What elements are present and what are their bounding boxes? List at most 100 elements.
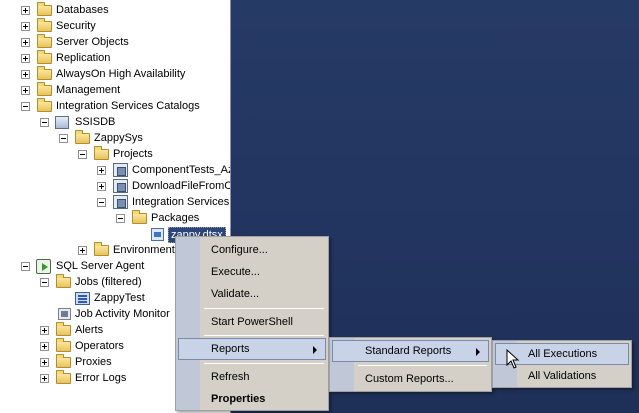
tree-node-label: Error Logs bbox=[75, 372, 127, 384]
submenu-arrow-icon bbox=[476, 348, 480, 356]
expand-icon[interactable] bbox=[21, 6, 30, 15]
menu-separator bbox=[204, 363, 324, 364]
package-icon bbox=[151, 228, 164, 241]
menu-separator bbox=[204, 335, 324, 336]
collapse-icon[interactable] bbox=[116, 214, 125, 223]
tree-node-project-componenttests[interactable]: ComponentTests_Az bbox=[0, 162, 231, 178]
collapse-icon[interactable] bbox=[21, 102, 30, 111]
tree-node-label: Integration Services Catalogs bbox=[56, 100, 200, 112]
tree-node-security[interactable]: Security bbox=[0, 18, 230, 34]
tree-node-alwayson[interactable]: AlwaysOn High Availability bbox=[0, 66, 230, 82]
expand-icon[interactable] bbox=[40, 342, 49, 351]
menu-item-configure[interactable]: Configure... bbox=[178, 239, 326, 261]
collapse-icon[interactable] bbox=[40, 278, 49, 287]
folder-icon bbox=[37, 2, 52, 16]
tree-node-label: Databases bbox=[56, 4, 109, 16]
folder-icon bbox=[37, 34, 52, 48]
menu-item-execute[interactable]: Execute... bbox=[178, 261, 326, 283]
menu-separator bbox=[358, 365, 487, 366]
tree-node-label: AlwaysOn High Availability bbox=[56, 68, 186, 80]
menu-item-standard-reports[interactable]: Standard Reports bbox=[332, 340, 489, 362]
tree-node-zappysys[interactable]: ZappySys bbox=[0, 130, 230, 146]
folder-icon bbox=[37, 66, 52, 80]
tree-node-label: Jobs (filtered) bbox=[75, 276, 142, 288]
collapse-icon[interactable] bbox=[40, 118, 49, 127]
folder-icon bbox=[56, 338, 71, 352]
folder-icon bbox=[37, 82, 52, 96]
menu-item-properties[interactable]: Properties bbox=[178, 388, 326, 410]
package-context-menu: Configure... Execute... Validate... Star… bbox=[175, 236, 329, 411]
expand-icon[interactable] bbox=[21, 38, 30, 47]
folder-icon bbox=[37, 18, 52, 32]
menu-item-refresh[interactable]: Refresh bbox=[178, 366, 326, 388]
folder-icon bbox=[56, 322, 71, 336]
expand-icon[interactable] bbox=[21, 86, 30, 95]
expand-icon[interactable] bbox=[40, 358, 49, 367]
tree-node-label: Integration Services bbox=[132, 196, 230, 208]
menu-item-custom-reports[interactable]: Custom Reports... bbox=[332, 368, 489, 390]
folder-icon bbox=[132, 210, 147, 224]
menu-item-label: Standard Reports bbox=[365, 345, 452, 357]
menu-separator bbox=[204, 308, 324, 309]
agent-icon bbox=[36, 259, 51, 274]
tree-node-label: Packages bbox=[151, 212, 200, 224]
tree-node-project-downloadfile[interactable]: DownloadFileFromCl bbox=[0, 178, 231, 194]
database-icon bbox=[55, 116, 69, 129]
tree-node-integration-services-catalogs[interactable]: Integration Services Catalogs bbox=[0, 98, 230, 114]
collapse-icon[interactable] bbox=[97, 198, 106, 207]
tree-node-label: Security bbox=[56, 20, 96, 32]
folder-icon bbox=[37, 98, 52, 112]
tree-node-server-objects[interactable]: Server Objects bbox=[0, 34, 230, 50]
folder-icon bbox=[75, 130, 90, 144]
tree-node-packages[interactable]: Packages bbox=[0, 210, 230, 226]
menu-item-start-powershell[interactable]: Start PowerShell bbox=[178, 311, 326, 333]
menu-item-label: Reports bbox=[211, 343, 250, 355]
tree-node-label: ZappyTest bbox=[94, 292, 145, 304]
expand-icon[interactable] bbox=[40, 374, 49, 383]
folder-icon bbox=[37, 50, 52, 64]
expand-icon[interactable] bbox=[40, 326, 49, 335]
tree-node-label: Server Objects bbox=[56, 36, 129, 48]
expand-icon[interactable] bbox=[97, 182, 106, 191]
collapse-icon[interactable] bbox=[59, 134, 68, 143]
tree-node-label: Alerts bbox=[75, 324, 104, 336]
menu-item-validate[interactable]: Validate... bbox=[178, 283, 326, 305]
project-icon bbox=[113, 195, 128, 209]
tree-node-label: ComponentTests_Az bbox=[132, 164, 231, 176]
tree-node-management[interactable]: Management bbox=[0, 82, 230, 98]
collapse-icon[interactable] bbox=[78, 150, 87, 159]
tree-node-label: Replication bbox=[56, 52, 111, 64]
tree-node-projects[interactable]: Projects bbox=[0, 146, 230, 162]
tree-node-ssisdb[interactable]: SSISDB bbox=[0, 114, 230, 130]
tree-node-label: Environments bbox=[113, 244, 181, 256]
menu-item-reports[interactable]: Reports bbox=[178, 338, 326, 360]
expand-icon[interactable] bbox=[78, 246, 87, 255]
tree-node-label: SQL Server Agent bbox=[56, 260, 145, 272]
folder-icon bbox=[94, 146, 109, 160]
project-icon bbox=[113, 163, 128, 177]
tree-node-replication[interactable]: Replication bbox=[0, 50, 230, 66]
submenu-arrow-icon bbox=[313, 346, 317, 354]
folder-icon bbox=[94, 242, 109, 256]
reports-submenu: Standard Reports Custom Reports... bbox=[329, 337, 492, 392]
project-icon bbox=[113, 179, 128, 193]
collapse-icon[interactable] bbox=[21, 262, 30, 271]
expand-icon[interactable] bbox=[21, 70, 30, 79]
folder-icon bbox=[56, 370, 71, 384]
tree-node-label: Proxies bbox=[75, 356, 112, 368]
tree-node-label: Job Activity Monitor bbox=[75, 308, 170, 320]
folder-icon bbox=[56, 274, 71, 288]
tree-node-databases[interactable]: Databases bbox=[0, 2, 230, 18]
expand-icon[interactable] bbox=[21, 22, 30, 31]
tree-node-label: DownloadFileFromCl bbox=[132, 180, 231, 192]
expand-icon[interactable] bbox=[21, 54, 30, 63]
tree-node-label: SSISDB bbox=[75, 116, 116, 128]
expand-icon[interactable] bbox=[97, 166, 106, 175]
tree-node-label: Management bbox=[56, 84, 121, 96]
monitor-icon bbox=[58, 308, 71, 320]
tree-node-label: Projects bbox=[113, 148, 153, 160]
tree-node-label: Operators bbox=[75, 340, 124, 352]
tree-node-label: ZappySys bbox=[94, 132, 143, 144]
folder-icon bbox=[56, 354, 71, 368]
tree-node-project-integration-services[interactable]: Integration Services bbox=[0, 194, 230, 210]
